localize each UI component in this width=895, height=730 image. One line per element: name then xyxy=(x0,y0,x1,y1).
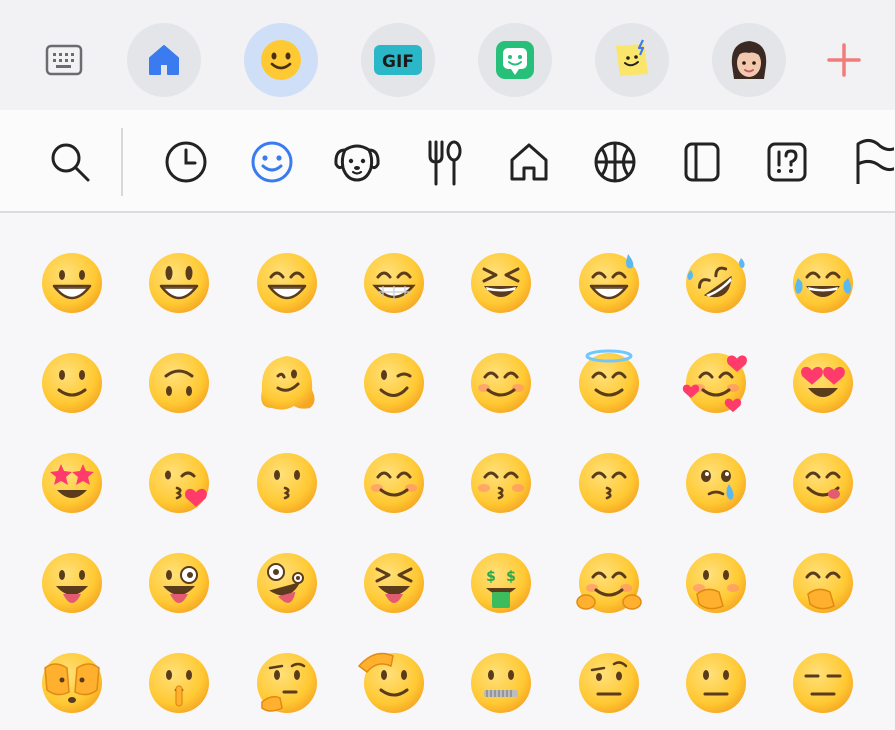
category-smileys[interactable] xyxy=(248,138,296,186)
avatar-icon xyxy=(731,41,767,83)
beaming-face-emoji[interactable] xyxy=(361,250,427,316)
emoji-button[interactable] xyxy=(244,23,318,97)
category-activities[interactable] xyxy=(591,138,639,186)
peeking-eye-emoji[interactable] xyxy=(39,650,105,716)
bitmoji-icon xyxy=(496,41,534,79)
face-savoring-food-emoji[interactable] xyxy=(790,450,856,516)
keyboard-icon xyxy=(45,44,83,76)
smiling-halo-emoji[interactable] xyxy=(576,349,642,416)
shushing-face-emoji[interactable] xyxy=(146,650,212,716)
svg-text:GIF: GIF xyxy=(382,52,414,72)
kissing-face-emoji[interactable] xyxy=(254,450,320,516)
category-divider xyxy=(121,128,123,196)
emoji-search-button[interactable] xyxy=(46,138,94,186)
food-icon xyxy=(428,140,462,186)
thinking-face-emoji[interactable] xyxy=(254,650,320,716)
smiley-icon xyxy=(251,141,293,183)
category-animals[interactable] xyxy=(333,138,381,186)
rolling-laughing-emoji[interactable] xyxy=(683,250,749,316)
category-flags[interactable] xyxy=(848,138,895,186)
smiley-icon xyxy=(261,40,301,80)
svg-text:$: $ xyxy=(506,569,516,585)
add-button[interactable] xyxy=(824,40,864,80)
sticker-pack-button[interactable] xyxy=(595,23,669,97)
squinting-face-emoji[interactable] xyxy=(468,250,534,316)
squinting-tongue-emoji[interactable] xyxy=(361,550,427,616)
face-blowing-kiss-emoji[interactable] xyxy=(146,450,212,516)
gif-icon: GIF xyxy=(374,45,422,75)
keyboard-button[interactable] xyxy=(44,42,84,78)
object-icon xyxy=(684,142,720,182)
melting-face-emoji[interactable] xyxy=(254,350,320,416)
smiling-hearts-emoji[interactable] xyxy=(682,350,749,416)
open-eyes-hand-over-mouth-emoji[interactable] xyxy=(683,550,749,616)
hand-over-mouth-emoji[interactable] xyxy=(790,550,856,616)
grinning-big-eyes-emoji[interactable] xyxy=(146,250,212,316)
symbol-icon xyxy=(767,142,807,182)
grinning-smiling-eyes-emoji[interactable] xyxy=(254,250,320,316)
category-food[interactable] xyxy=(420,138,468,186)
category-travel[interactable] xyxy=(505,138,553,186)
ball-icon xyxy=(594,141,636,183)
winking-face-emoji[interactable] xyxy=(361,350,427,416)
upside-down-emoji[interactable] xyxy=(146,350,212,416)
category-objects[interactable] xyxy=(678,138,726,186)
top-toolbar: GIF xyxy=(0,0,895,110)
category-recent[interactable] xyxy=(162,138,210,186)
kissing-smiling-eyes-emoji[interactable] xyxy=(576,450,642,516)
sticker-icon xyxy=(616,39,648,76)
raised-eyebrow-emoji[interactable] xyxy=(576,650,642,716)
zany-face-emoji[interactable] xyxy=(254,550,320,616)
house-icon xyxy=(510,143,548,181)
category-symbols[interactable] xyxy=(763,138,811,186)
sticker-button[interactable] xyxy=(478,23,552,97)
grinning-sweat-emoji[interactable] xyxy=(576,250,642,316)
emoji-grid: $ $ xyxy=(0,213,895,730)
winking-tongue-emoji[interactable] xyxy=(146,550,212,616)
flag-icon xyxy=(856,139,894,184)
smiling-eyes-emoji[interactable] xyxy=(468,350,534,416)
search-icon xyxy=(51,143,90,182)
expressionless-face-emoji[interactable] xyxy=(790,650,856,716)
clock-icon xyxy=(165,141,207,183)
grinning-face-emoji[interactable] xyxy=(39,250,105,316)
star-struck-emoji[interactable] xyxy=(39,450,105,516)
money-mouth-emoji[interactable]: $ $ xyxy=(468,550,534,616)
heart-eyes-emoji[interactable] xyxy=(790,350,856,416)
hugging-face-emoji[interactable] xyxy=(576,550,642,616)
smiling-face-emoji[interactable] xyxy=(361,450,427,516)
slightly-smiling-emoji[interactable] xyxy=(39,350,105,416)
svg-text:$: $ xyxy=(486,569,496,585)
plus-icon xyxy=(827,43,861,77)
gif-button[interactable]: GIF xyxy=(361,23,435,97)
tears-of-joy-emoji[interactable] xyxy=(790,250,856,316)
avatar-button[interactable] xyxy=(712,23,786,97)
home-button[interactable] xyxy=(127,23,201,97)
dog-icon xyxy=(334,144,380,182)
zipper-mouth-emoji[interactable] xyxy=(468,650,534,716)
tongue-out-emoji[interactable] xyxy=(39,550,105,616)
saluting-face-emoji[interactable] xyxy=(357,650,427,716)
home-icon xyxy=(149,45,179,75)
face-holding-tears-emoji[interactable] xyxy=(683,450,749,516)
kissing-closed-eyes-emoji[interactable] xyxy=(468,450,534,516)
neutral-face-emoji[interactable] xyxy=(683,650,749,716)
